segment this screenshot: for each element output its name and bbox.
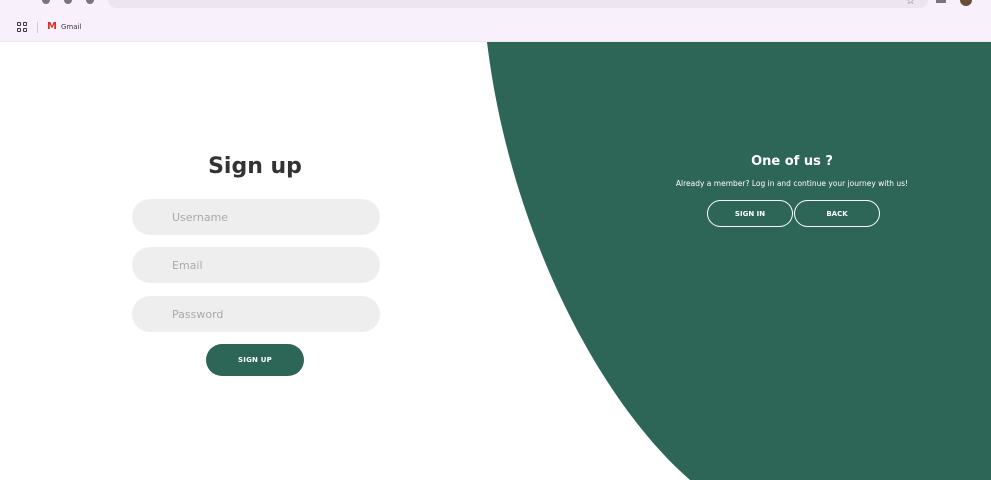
browser-chrome: ☆ M Gmail xyxy=(0,0,991,42)
panel-title: One of us ? xyxy=(751,154,833,169)
email-input[interactable] xyxy=(132,247,380,283)
extensions-icon[interactable] xyxy=(936,0,946,3)
bookmark-label: Gmail xyxy=(60,23,82,31)
bookmark-separator xyxy=(37,22,38,33)
password-input[interactable] xyxy=(132,296,380,332)
gmail-icon: M xyxy=(47,21,57,32)
bookmark-gmail[interactable]: M Gmail xyxy=(47,21,81,33)
back-nav-icon[interactable] xyxy=(42,0,50,4)
back-button[interactable]: BACK xyxy=(794,200,880,227)
panel-description: Already a member? Log in and continue yo… xyxy=(675,179,909,188)
username-input[interactable] xyxy=(132,199,380,235)
profile-avatar[interactable] xyxy=(960,0,972,6)
reload-icon[interactable] xyxy=(86,0,94,4)
forward-nav-icon[interactable] xyxy=(64,0,72,4)
page-content: Sign up SIGN UP One of us ? Already a me… xyxy=(0,42,991,480)
signup-title: Sign up xyxy=(208,154,302,179)
signup-button[interactable]: SIGN UP xyxy=(206,344,304,376)
address-bar-row: ☆ xyxy=(0,0,991,10)
apps-grid-icon[interactable] xyxy=(17,22,27,32)
signin-button[interactable]: SIGN IN xyxy=(707,200,793,227)
bookmark-star-icon[interactable]: ☆ xyxy=(906,0,915,7)
address-bar[interactable] xyxy=(108,0,928,8)
